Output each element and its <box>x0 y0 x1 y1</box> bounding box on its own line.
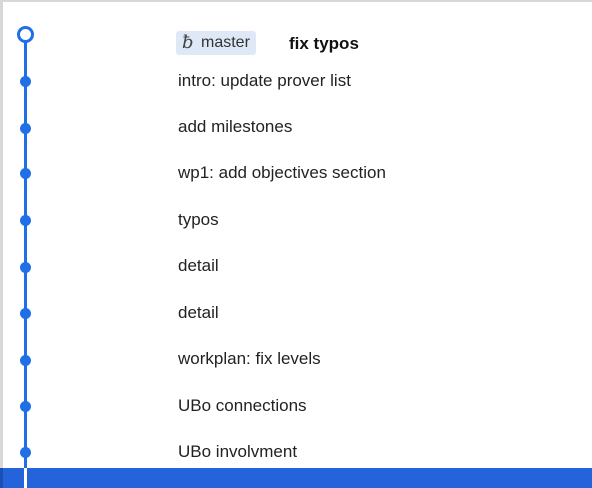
commit-row[interactable]: workplan: fix levels <box>0 336 592 382</box>
commit-node <box>20 262 31 273</box>
commit-row[interactable]: detail <box>0 290 592 336</box>
panel-top-border <box>0 0 592 2</box>
commit-graph-line-selected <box>24 468 27 488</box>
commit-message: detail <box>178 256 219 275</box>
commit-message: fix typos <box>289 34 359 53</box>
commit-row-head[interactable]: ƀ master fix typos <box>0 10 592 56</box>
commit-message: UBo involvment <box>178 442 298 461</box>
commit-message: UBo connections <box>178 396 307 415</box>
commit-node <box>20 355 31 366</box>
commit-row[interactable]: detail <box>0 243 592 289</box>
commit-message: add milestones <box>178 117 293 136</box>
commit-row[interactable]: add milestones <box>0 104 592 150</box>
commit-row[interactable]: typos <box>0 197 592 243</box>
commit-message: detail <box>178 303 219 322</box>
commit-node <box>20 168 31 179</box>
commit-node <box>20 123 31 134</box>
commit-history-panel: ƀ master fix typos intro: update prover … <box>0 0 592 488</box>
commit-node <box>20 447 31 458</box>
selected-commit-row[interactable] <box>0 468 592 488</box>
commit-node <box>20 215 31 226</box>
branch-name: master <box>201 34 250 51</box>
git-branch-icon: ƀ <box>182 32 194 53</box>
commit-message: workplan: fix levels <box>178 349 321 368</box>
commit-node <box>20 308 31 319</box>
branch-badge[interactable]: ƀ master <box>176 31 256 55</box>
commit-node <box>20 401 31 412</box>
commit-node <box>20 76 31 87</box>
commit-message: intro: update prover list <box>178 71 351 90</box>
commit-message: typos <box>178 210 219 229</box>
commit-row[interactable]: intro: update prover list <box>0 58 592 104</box>
commit-message: wp1: add objectives section <box>178 163 386 182</box>
selected-row-edge <box>0 468 3 488</box>
commit-row[interactable]: UBo connections <box>0 383 592 429</box>
commit-row[interactable]: wp1: add objectives section <box>0 150 592 196</box>
